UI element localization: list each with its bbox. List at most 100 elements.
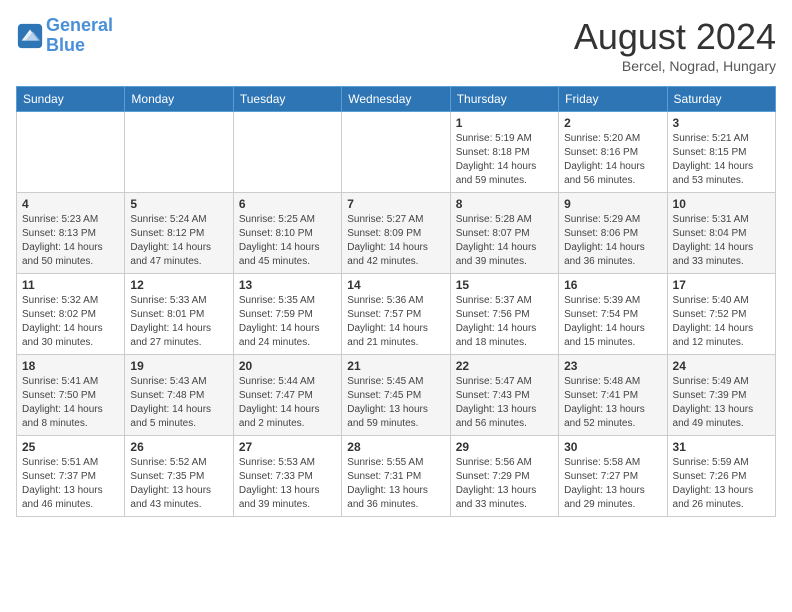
calendar-cell: 1 Sunrise: 5:19 AM Sunset: 8:18 PM Daylig… <box>450 112 558 193</box>
calendar-cell: 2 Sunrise: 5:20 AM Sunset: 8:16 PM Daylig… <box>559 112 667 193</box>
calendar-cell: 12Sunrise: 5:33 AM Sunset: 8:01 PM Dayli… <box>125 274 233 355</box>
logo-line2: Blue <box>46 35 85 55</box>
calendar-cell <box>125 112 233 193</box>
day-number: 1 <box>456 116 553 130</box>
day-info: Sunrise: 5:53 AM Sunset: 7:33 PM Dayligh… <box>239 456 336 512</box>
day-number: 15 <box>456 278 553 292</box>
day-number: 4 <box>22 197 119 211</box>
logo: General Blue <box>16 16 113 56</box>
weekday-header-tuesday: Tuesday <box>233 87 341 112</box>
day-info: Sunrise: 5:48 AM Sunset: 7:41 PM Dayligh… <box>564 375 661 431</box>
day-number: 7 <box>347 197 444 211</box>
day-info: Sunrise: 5:45 AM Sunset: 7:45 PM Dayligh… <box>347 375 444 431</box>
calendar-week-2: 4 Sunrise: 5:23 AM Sunset: 8:13 PM Daylig… <box>17 193 776 274</box>
day-number: 6 <box>239 197 336 211</box>
calendar-cell: 5 Sunrise: 5:24 AM Sunset: 8:12 PM Daylig… <box>125 193 233 274</box>
day-number: 30 <box>564 440 661 454</box>
calendar-cell: 20 Sunrise: 5:44 AM Sunset: 7:47 PM Dayli… <box>233 355 341 436</box>
day-info: Sunrise: 5:35 AM Sunset: 7:59 PM Dayligh… <box>239 294 336 350</box>
day-number: 8 <box>456 197 553 211</box>
month-title: August 2024 <box>574 16 776 58</box>
calendar-cell: 24Sunrise: 5:49 AM Sunset: 7:39 PM Dayli… <box>667 355 775 436</box>
day-number: 29 <box>456 440 553 454</box>
day-number: 20 <box>239 359 336 373</box>
calendar-cell: 14Sunrise: 5:36 AM Sunset: 7:57 PM Dayli… <box>342 274 450 355</box>
calendar-cell: 29 Sunrise: 5:56 AM Sunset: 7:29 PM Dayli… <box>450 436 558 517</box>
calendar-cell: 17Sunrise: 5:40 AM Sunset: 7:52 PM Dayli… <box>667 274 775 355</box>
day-number: 17 <box>673 278 770 292</box>
day-number: 16 <box>564 278 661 292</box>
calendar-cell: 3Sunrise: 5:21 AM Sunset: 8:15 PM Daylig… <box>667 112 775 193</box>
calendar-cell: 11Sunrise: 5:32 AM Sunset: 8:02 PM Dayli… <box>17 274 125 355</box>
day-number: 27 <box>239 440 336 454</box>
day-number: 13 <box>239 278 336 292</box>
calendar-cell: 26 Sunrise: 5:52 AM Sunset: 7:35 PM Dayli… <box>125 436 233 517</box>
calendar-week-4: 18Sunrise: 5:41 AM Sunset: 7:50 PM Dayli… <box>17 355 776 436</box>
day-info: Sunrise: 5:27 AM Sunset: 8:09 PM Dayligh… <box>347 213 444 269</box>
calendar-week-3: 11Sunrise: 5:32 AM Sunset: 8:02 PM Dayli… <box>17 274 776 355</box>
weekday-header-thursday: Thursday <box>450 87 558 112</box>
day-info: Sunrise: 5:25 AM Sunset: 8:10 PM Dayligh… <box>239 213 336 269</box>
day-info: Sunrise: 5:56 AM Sunset: 7:29 PM Dayligh… <box>456 456 553 512</box>
day-info: Sunrise: 5:32 AM Sunset: 8:02 PM Dayligh… <box>22 294 119 350</box>
day-info: Sunrise: 5:21 AM Sunset: 8:15 PM Dayligh… <box>673 132 770 188</box>
location-subtitle: Bercel, Nograd, Hungary <box>574 58 776 74</box>
day-info: Sunrise: 5:59 AM Sunset: 7:26 PM Dayligh… <box>673 456 770 512</box>
calendar-cell: 13 Sunrise: 5:35 AM Sunset: 7:59 PM Dayli… <box>233 274 341 355</box>
weekday-header-saturday: Saturday <box>667 87 775 112</box>
day-info: Sunrise: 5:51 AM Sunset: 7:37 PM Dayligh… <box>22 456 119 512</box>
calendar-body: 1 Sunrise: 5:19 AM Sunset: 8:18 PM Daylig… <box>17 112 776 517</box>
calendar-cell: 19Sunrise: 5:43 AM Sunset: 7:48 PM Dayli… <box>125 355 233 436</box>
weekday-row: SundayMondayTuesdayWednesdayThursdayFrid… <box>17 87 776 112</box>
day-number: 26 <box>130 440 227 454</box>
calendar-cell: 21 Sunrise: 5:45 AM Sunset: 7:45 PM Dayli… <box>342 355 450 436</box>
day-info: Sunrise: 5:24 AM Sunset: 8:12 PM Dayligh… <box>130 213 227 269</box>
day-info: Sunrise: 5:19 AM Sunset: 8:18 PM Dayligh… <box>456 132 553 188</box>
day-number: 23 <box>564 359 661 373</box>
day-info: Sunrise: 5:28 AM Sunset: 8:07 PM Dayligh… <box>456 213 553 269</box>
logo-icon <box>16 22 44 50</box>
day-number: 5 <box>130 197 227 211</box>
day-info: Sunrise: 5:47 AM Sunset: 7:43 PM Dayligh… <box>456 375 553 431</box>
calendar-cell: 15 Sunrise: 5:37 AM Sunset: 7:56 PM Dayli… <box>450 274 558 355</box>
logo-line1: General <box>46 15 113 35</box>
calendar-cell: 23 Sunrise: 5:48 AM Sunset: 7:41 PM Dayli… <box>559 355 667 436</box>
page-header: General Blue August 2024 Bercel, Nograd,… <box>16 16 776 74</box>
calendar-cell: 6 Sunrise: 5:25 AM Sunset: 8:10 PM Daylig… <box>233 193 341 274</box>
day-info: Sunrise: 5:23 AM Sunset: 8:13 PM Dayligh… <box>22 213 119 269</box>
day-info: Sunrise: 5:43 AM Sunset: 7:48 PM Dayligh… <box>130 375 227 431</box>
title-block: August 2024 Bercel, Nograd, Hungary <box>574 16 776 74</box>
logo-text: General Blue <box>46 16 113 56</box>
calendar-cell: 25 Sunrise: 5:51 AM Sunset: 7:37 PM Dayli… <box>17 436 125 517</box>
calendar-header: SundayMondayTuesdayWednesdayThursdayFrid… <box>17 87 776 112</box>
calendar-cell <box>233 112 341 193</box>
weekday-header-wednesday: Wednesday <box>342 87 450 112</box>
day-info: Sunrise: 5:44 AM Sunset: 7:47 PM Dayligh… <box>239 375 336 431</box>
calendar-cell: 9Sunrise: 5:29 AM Sunset: 8:06 PM Daylig… <box>559 193 667 274</box>
day-number: 12 <box>130 278 227 292</box>
day-info: Sunrise: 5:58 AM Sunset: 7:27 PM Dayligh… <box>564 456 661 512</box>
day-info: Sunrise: 5:36 AM Sunset: 7:57 PM Dayligh… <box>347 294 444 350</box>
day-number: 25 <box>22 440 119 454</box>
weekday-header-friday: Friday <box>559 87 667 112</box>
calendar-week-5: 25 Sunrise: 5:51 AM Sunset: 7:37 PM Dayli… <box>17 436 776 517</box>
day-number: 2 <box>564 116 661 130</box>
calendar-cell: 30 Sunrise: 5:58 AM Sunset: 7:27 PM Dayli… <box>559 436 667 517</box>
day-number: 18 <box>22 359 119 373</box>
day-info: Sunrise: 5:52 AM Sunset: 7:35 PM Dayligh… <box>130 456 227 512</box>
day-info: Sunrise: 5:31 AM Sunset: 8:04 PM Dayligh… <box>673 213 770 269</box>
calendar-cell: 4 Sunrise: 5:23 AM Sunset: 8:13 PM Daylig… <box>17 193 125 274</box>
calendar-cell <box>342 112 450 193</box>
calendar-cell: 8 Sunrise: 5:28 AM Sunset: 8:07 PM Daylig… <box>450 193 558 274</box>
day-info: Sunrise: 5:49 AM Sunset: 7:39 PM Dayligh… <box>673 375 770 431</box>
day-number: 21 <box>347 359 444 373</box>
day-number: 28 <box>347 440 444 454</box>
day-info: Sunrise: 5:29 AM Sunset: 8:06 PM Dayligh… <box>564 213 661 269</box>
calendar-table: SundayMondayTuesdayWednesdayThursdayFrid… <box>16 86 776 517</box>
calendar-cell <box>17 112 125 193</box>
calendar-cell: 16Sunrise: 5:39 AM Sunset: 7:54 PM Dayli… <box>559 274 667 355</box>
day-info: Sunrise: 5:37 AM Sunset: 7:56 PM Dayligh… <box>456 294 553 350</box>
calendar-cell: 7 Sunrise: 5:27 AM Sunset: 8:09 PM Daylig… <box>342 193 450 274</box>
day-info: Sunrise: 5:20 AM Sunset: 8:16 PM Dayligh… <box>564 132 661 188</box>
calendar-cell: 27 Sunrise: 5:53 AM Sunset: 7:33 PM Dayli… <box>233 436 341 517</box>
